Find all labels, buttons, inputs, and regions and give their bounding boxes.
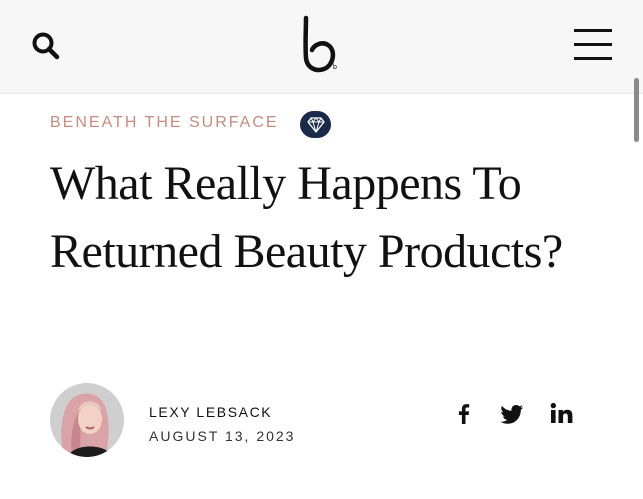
- search-icon[interactable]: [30, 30, 62, 62]
- category-link[interactable]: BENEATH THE SURFACE: [50, 114, 279, 132]
- site-header: b: [0, 0, 643, 94]
- author-name[interactable]: LEXY LEBSACK: [149, 404, 272, 420]
- publish-date: AUGUST 13, 2023: [149, 428, 296, 444]
- twitter-icon[interactable]: [498, 400, 526, 428]
- author-avatar[interactable]: [50, 383, 124, 457]
- article-title: What Really Happens To Returned Beauty P…: [50, 157, 563, 278]
- diamond-icon: [300, 111, 331, 138]
- scrollbar[interactable]: [634, 78, 639, 142]
- linkedin-icon[interactable]: [548, 400, 576, 428]
- facebook-icon[interactable]: [450, 400, 478, 428]
- site-logo[interactable]: b: [296, 14, 346, 74]
- svg-text:b: b: [333, 64, 337, 71]
- hamburger-menu-icon[interactable]: [572, 26, 614, 62]
